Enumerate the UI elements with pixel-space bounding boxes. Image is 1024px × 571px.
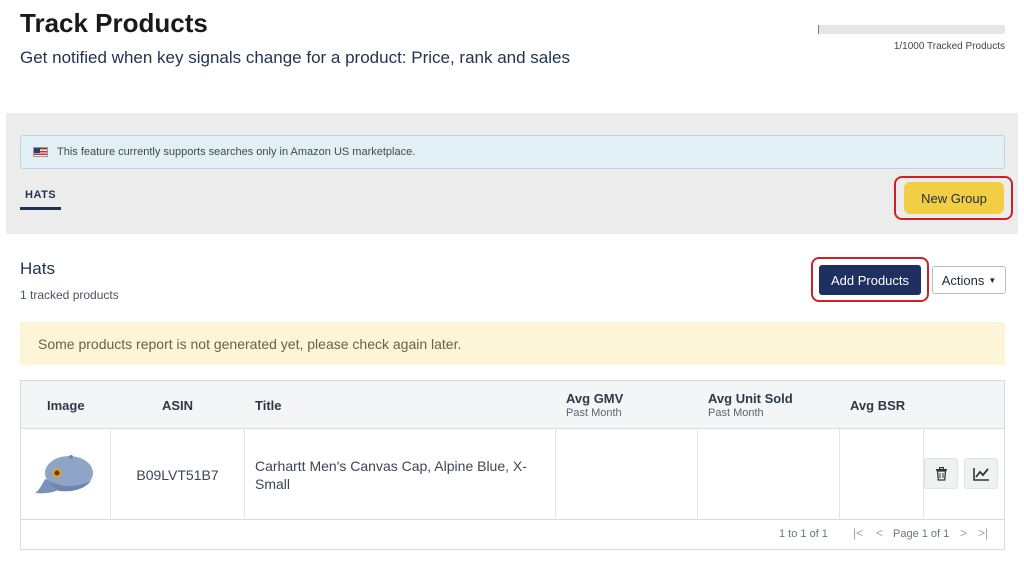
first-page-icon[interactable]: |< [853, 526, 863, 540]
new-group-button[interactable]: New Group [904, 182, 1004, 214]
avg-unit-sold-cell [698, 429, 840, 520]
column-header-image: Image [47, 397, 85, 413]
column-header-avg-bsr: Avg BSR [850, 397, 906, 413]
actions-dropdown-button[interactable]: Actions ▼ [932, 266, 1006, 294]
caret-down-icon: ▼ [988, 275, 997, 285]
avg-bsr-cell [840, 429, 924, 520]
asin-cell: B09LVT51B7 [111, 429, 245, 520]
groups-panel: This feature currently supports searches… [6, 113, 1018, 234]
marketplace-notice-text: This feature currently supports searches… [57, 146, 416, 158]
column-header-avg-unit-sold: Avg Unit Sold Past Month [708, 391, 793, 419]
group-tracked-count: 1 tracked products [20, 288, 119, 302]
title-cell: Carhartt Men's Canvas Cap, Alpine Blue, … [245, 429, 556, 520]
us-flag-icon [33, 147, 48, 157]
previous-page-icon[interactable]: < [876, 526, 883, 540]
add-products-button[interactable]: Add Products [819, 265, 921, 295]
avg-gmv-cell [556, 429, 698, 520]
column-header-asin: ASIN [162, 397, 194, 413]
pagination-page: Page 1 of 1 [893, 528, 950, 540]
actions-label: Actions [941, 272, 985, 288]
table-header: Image ASIN Title Avg GMV Past Month Avg … [21, 381, 1004, 429]
column-header-title: Title [255, 397, 282, 413]
column-header-avg-gmv: Avg GMV Past Month [566, 391, 624, 419]
product-cap-image [34, 454, 93, 493]
quota-text: 1/1000 Tracked Products [893, 41, 1005, 52]
marketplace-notice: This feature currently supports searches… [20, 135, 1005, 169]
page-title: Track Products [20, 8, 208, 38]
pagination-range: 1 to 1 of 1 [779, 528, 828, 540]
products-table: Image ASIN Title Avg GMV Past Month Avg … [20, 380, 1005, 550]
last-page-icon[interactable]: >| [978, 526, 988, 540]
report-warning-text: Some products report is not generated ye… [38, 335, 462, 352]
report-warning-banner: Some products report is not generated ye… [20, 322, 1005, 365]
table-pagination: 1 to 1 of 1 |< < Page 1 of 1 > >| [21, 520, 1004, 550]
chart-button[interactable] [964, 458, 998, 489]
track-products-page: Track Products Get notified when key sig… [0, 0, 1024, 571]
table-row[interactable]: B09LVT51B7 Carhartt Men's Canvas Cap, Al… [21, 429, 1004, 520]
next-page-icon[interactable]: > [960, 526, 967, 540]
trash-icon [935, 466, 947, 481]
group-title: Hats [20, 259, 55, 278]
product-image-cell [21, 429, 111, 520]
quota-progress-bar [818, 25, 1005, 34]
page-subtitle: Get notified when key signals change for… [20, 48, 570, 67]
tab-hats[interactable]: HATS [20, 189, 62, 210]
line-chart-icon [972, 467, 989, 481]
delete-button[interactable] [924, 458, 958, 489]
quota-progress-fill [818, 25, 819, 34]
